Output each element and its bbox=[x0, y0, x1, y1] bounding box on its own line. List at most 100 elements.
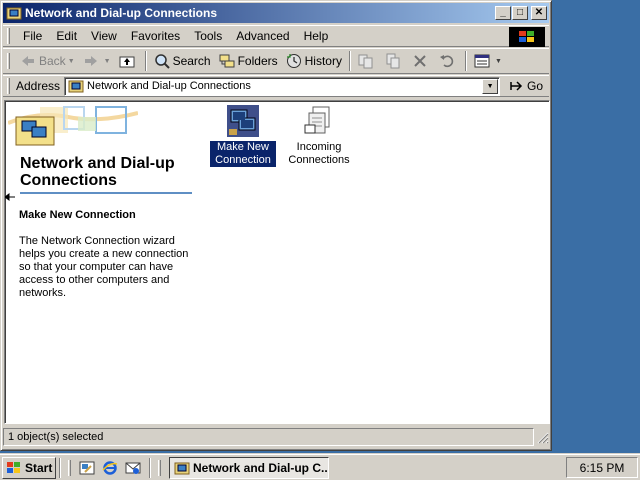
maximize-button[interactable]: □ bbox=[512, 6, 528, 20]
address-value: Network and Dial-up Connections bbox=[87, 80, 251, 92]
taskbar: Start Network and Dial-up C... 6:15 PM bbox=[0, 454, 640, 480]
history-label: History bbox=[304, 54, 342, 68]
menu-file[interactable]: File bbox=[16, 27, 49, 45]
menu-view[interactable]: View bbox=[84, 27, 124, 45]
views-dropdown-icon[interactable]: ▼ bbox=[495, 58, 502, 65]
tasks-grip[interactable] bbox=[158, 459, 161, 476]
search-label: Search bbox=[172, 54, 211, 68]
toolbar-separator bbox=[144, 51, 147, 71]
chevron-down-icon: ▼ bbox=[486, 82, 494, 90]
incoming-connections-label: Incoming Connections bbox=[288, 141, 350, 166]
forward-dropdown-icon[interactable]: ▼ bbox=[104, 58, 111, 65]
menu-favorites[interactable]: Favorites bbox=[124, 27, 187, 45]
minimize-icon: _ bbox=[500, 7, 506, 18]
clock[interactable]: 6:15 PM bbox=[580, 461, 625, 475]
address-input[interactable]: Network and Dial-up Connections ▼ bbox=[64, 76, 501, 96]
copy-to-button[interactable] bbox=[381, 51, 408, 71]
move-to-button[interactable] bbox=[354, 51, 381, 71]
folders-button[interactable]: Folders bbox=[215, 51, 282, 71]
menu-edit[interactable]: Edit bbox=[49, 27, 84, 45]
address-bar: Address Network and Dial-up Connections … bbox=[3, 75, 549, 97]
search-button[interactable]: Search bbox=[150, 51, 215, 71]
taskbar-separator bbox=[59, 457, 61, 478]
make-new-connection-label: Make New Connection bbox=[210, 141, 276, 167]
make-new-connection-icon bbox=[227, 105, 259, 137]
maximize-icon: □ bbox=[516, 7, 524, 18]
start-button[interactable]: Start bbox=[2, 456, 56, 479]
standard-toolbar: Back ▼ ▼ Search Folders History ▼ bbox=[3, 48, 549, 74]
forward-arrow-icon bbox=[84, 56, 97, 66]
address-dropdown-button[interactable]: ▼ bbox=[482, 78, 499, 94]
go-arrow-icon bbox=[510, 81, 523, 91]
menu-tools[interactable]: Tools bbox=[187, 27, 229, 45]
incoming-connections-item[interactable]: Incoming Connections bbox=[286, 105, 352, 167]
title-bar[interactable]: Network and Dial-up Connections _ □ ✕ bbox=[3, 3, 549, 23]
panel-divider bbox=[20, 192, 192, 194]
internet-explorer-icon bbox=[102, 460, 118, 475]
go-button[interactable]: Go bbox=[508, 78, 543, 94]
up-button[interactable] bbox=[115, 51, 142, 71]
folders-label: Folders bbox=[237, 54, 278, 68]
windows-logo bbox=[509, 27, 545, 47]
search-icon bbox=[154, 54, 170, 69]
task-button-network-connections[interactable]: Network and Dial-up C... bbox=[169, 456, 329, 479]
make-new-connection-item[interactable]: Make New Connection bbox=[210, 105, 276, 167]
toolbar-separator bbox=[464, 51, 467, 71]
outlook-express-icon bbox=[125, 462, 141, 474]
windows-flag-icon bbox=[519, 31, 534, 42]
folders-icon bbox=[219, 54, 235, 68]
panel-title: Network and Dial-up Connections bbox=[20, 155, 175, 189]
go-label: Go bbox=[527, 79, 544, 93]
show-desktop-icon bbox=[79, 461, 95, 474]
quicklaunch-show-desktop[interactable] bbox=[77, 458, 97, 478]
forward-button[interactable]: ▼ bbox=[79, 51, 115, 71]
toolbar-grip[interactable] bbox=[7, 53, 10, 69]
status-bar: 1 object(s) selected bbox=[3, 427, 549, 447]
menu-advanced[interactable]: Advanced bbox=[229, 27, 296, 45]
address-grip[interactable] bbox=[7, 78, 10, 94]
move-to-icon bbox=[358, 54, 373, 69]
incoming-connections-icon bbox=[304, 106, 330, 134]
resize-grip-icon[interactable] bbox=[535, 430, 549, 444]
address-label: Address bbox=[16, 79, 61, 93]
panel-subtitle: Make New Connection bbox=[19, 209, 136, 221]
explorer-window: Network and Dial-up Connections _ □ ✕ Fi… bbox=[0, 0, 552, 451]
delete-icon bbox=[414, 55, 426, 67]
panel-description: The Network Connection wizard helps you … bbox=[19, 235, 189, 299]
status-text: 1 object(s) selected bbox=[3, 428, 534, 446]
webview-banner-art bbox=[8, 103, 138, 159]
menu-bar: File Edit View Favorites Tools Advanced … bbox=[3, 25, 549, 47]
taskbar-separator bbox=[149, 457, 151, 478]
network-folder-icon bbox=[174, 462, 190, 474]
close-button[interactable]: ✕ bbox=[531, 6, 547, 20]
history-icon bbox=[286, 54, 301, 68]
start-label: Start bbox=[25, 460, 53, 475]
task-button-label: Network and Dial-up C... bbox=[193, 460, 329, 475]
resize-cursor-icon bbox=[5, 193, 15, 201]
windows-flag-icon bbox=[7, 461, 20, 473]
views-icon bbox=[474, 54, 490, 68]
system-tray: 6:15 PM bbox=[566, 457, 638, 478]
network-folder-icon bbox=[68, 80, 84, 93]
views-button[interactable]: ▼ bbox=[470, 51, 506, 71]
close-icon: ✕ bbox=[534, 7, 544, 18]
up-folder-icon bbox=[119, 56, 135, 68]
network-folder-icon bbox=[6, 7, 22, 20]
quicklaunch-internet-explorer[interactable] bbox=[100, 458, 120, 478]
undo-button[interactable] bbox=[435, 51, 462, 71]
back-label: Back bbox=[39, 54, 66, 68]
back-arrow-icon bbox=[22, 56, 34, 66]
back-button[interactable]: Back ▼ bbox=[16, 51, 79, 71]
back-dropdown-icon[interactable]: ▼ bbox=[68, 58, 75, 65]
minimize-button[interactable]: _ bbox=[495, 6, 511, 20]
history-button[interactable]: History bbox=[282, 51, 346, 71]
quicklaunch-outlook-express[interactable] bbox=[123, 458, 143, 478]
menu-grip[interactable] bbox=[7, 28, 10, 44]
menu-help[interactable]: Help bbox=[297, 27, 336, 45]
quicklaunch-grip[interactable] bbox=[68, 459, 71, 476]
undo-icon bbox=[439, 55, 454, 68]
delete-button[interactable] bbox=[408, 51, 435, 71]
toolbar-separator bbox=[348, 51, 351, 71]
folder-view[interactable]: Network and Dial-up Connections Make New… bbox=[4, 100, 550, 424]
window-title: Network and Dial-up Connections bbox=[25, 6, 218, 20]
